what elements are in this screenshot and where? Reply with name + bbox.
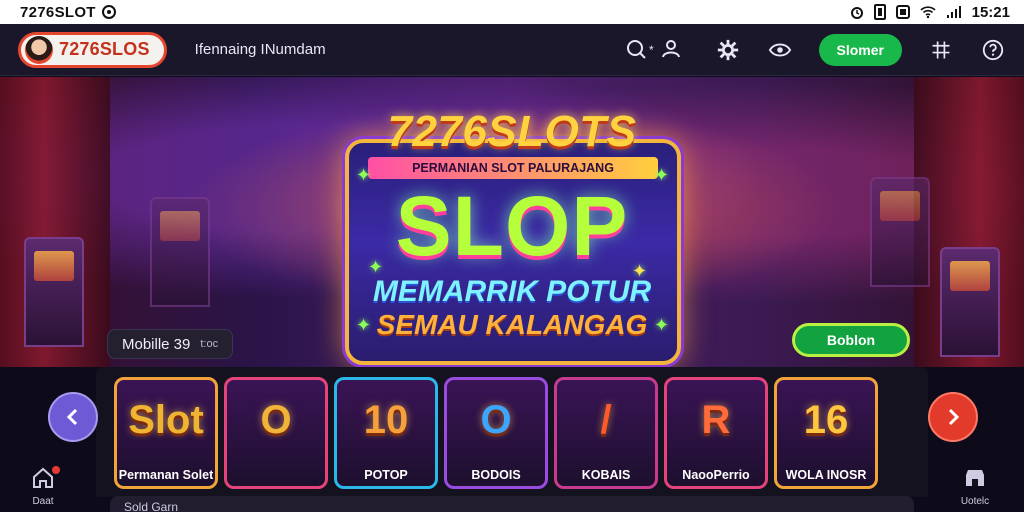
app-header: 7276SLOS Ifennaing INumdam * Slomer — [0, 24, 1024, 76]
brand-name: 7276SLOS — [59, 39, 150, 59]
nav-shop[interactable]: Uotelc — [940, 456, 1010, 512]
game-card-art: O — [480, 397, 512, 442]
app-icon — [895, 5, 910, 19]
chip-sub: t:oc — [200, 338, 219, 350]
next-arrow-button[interactable] — [928, 392, 978, 442]
slot-machine-decoration — [870, 177, 930, 287]
chevron-left-icon — [66, 408, 78, 426]
help-icon[interactable] — [980, 37, 1006, 63]
star-icon: ✦ — [356, 315, 372, 335]
search-bar[interactable]: Sold Garn — [110, 496, 914, 512]
search-users-icon[interactable]: * — [625, 37, 689, 63]
sign-line-1: MEMARRIK POTUR — [372, 275, 652, 308]
prev-arrow-button[interactable] — [48, 392, 98, 442]
hero-cta-button[interactable]: Boblon — [792, 323, 910, 357]
game-card-art: 10 — [363, 397, 409, 442]
slot-machine-decoration — [24, 237, 84, 347]
star-icon: ✦ — [356, 165, 372, 185]
eye-icon[interactable] — [767, 37, 793, 63]
settings-icon[interactable] — [715, 37, 741, 63]
status-time: 15:21 — [971, 3, 1010, 21]
nav-home-label: Daat — [32, 496, 54, 507]
star-icon: ✦ — [632, 261, 648, 281]
brand-logo[interactable]: 7276SLOS — [18, 31, 167, 68]
chip-label: Mobille 39 — [122, 335, 191, 353]
game-card-art: O — [260, 397, 292, 442]
slot-machine-decoration — [150, 197, 210, 307]
game-card-art: R — [701, 397, 731, 442]
grid-icon[interactable] — [928, 37, 954, 63]
alarm-icon — [850, 7, 863, 19]
hero-banner: 7276SLOTS PERMANIAN SLOT PALURAJANG SLOP… — [0, 77, 1024, 367]
game-card-art: 16 — [803, 397, 849, 442]
wifi-icon — [920, 6, 936, 19]
mobile-chip[interactable]: Mobille 39 t:oc — [107, 329, 234, 359]
app-indicator-icon — [101, 5, 116, 19]
slot-machine-decoration — [940, 247, 1000, 357]
header-action-button[interactable]: Slomer — [818, 33, 902, 66]
avatar — [25, 35, 53, 64]
search-text: Sold Garn — [124, 500, 179, 512]
header-subtitle: Ifennaing INumdam — [194, 41, 326, 58]
status-icons: 15:21 — [850, 4, 1010, 21]
status-bar: 7276SLOT 15:21 — [0, 0, 1024, 24]
sign-brand: 7276SLOTS — [387, 107, 637, 156]
screen: 7276SLOT 15:21 7276SLOS Ifennaing INumda… — [0, 0, 1024, 512]
store-icon — [966, 470, 984, 486]
nav-shop-label: Uotelc — [960, 496, 990, 507]
sign-line-2: SEMAU KALANGAG — [376, 309, 648, 340]
battery-icon — [873, 4, 886, 20]
sign-main-text: SLOP — [395, 179, 629, 273]
chevron-right-icon — [948, 408, 960, 426]
game-card-art: / — [600, 397, 612, 442]
signal-icon — [946, 6, 961, 18]
star-icon: ✦ — [368, 257, 384, 277]
sign-ribbon: PERMANIAN SLOT PALURAJANG — [368, 157, 658, 179]
star-icon: ✦ — [654, 315, 670, 335]
header-tools: * Slomer — [625, 33, 1006, 66]
nav-home[interactable]: Daat — [8, 456, 78, 512]
notification-badge — [52, 466, 60, 474]
svg-text:*: * — [649, 43, 654, 57]
status-app-title: 7276SLOT — [20, 3, 96, 21]
game-card-art: Slot — [128, 397, 204, 442]
star-icon: ✦ — [654, 165, 670, 185]
